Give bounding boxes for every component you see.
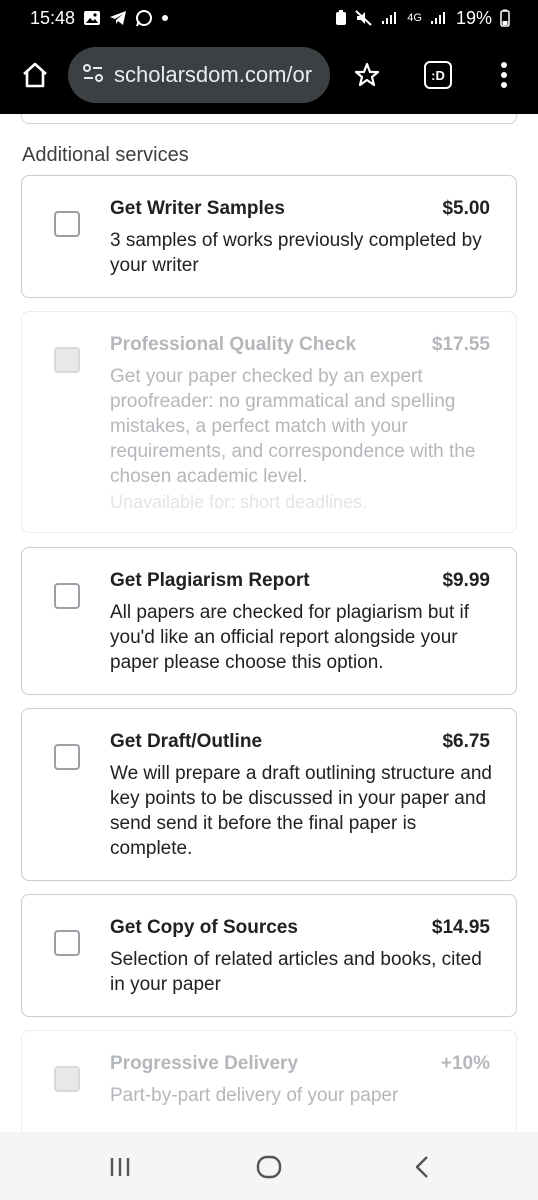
service-description: Get your paper checked by an expert proo… [110, 366, 476, 487]
battery-percent: 19% [455, 7, 492, 28]
service-note: Unavailable for: short deadlines. [110, 492, 368, 512]
service-price: $5.00 [442, 198, 490, 219]
system-nav-bar [0, 1132, 538, 1200]
service-title: Professional Quality Check [110, 334, 357, 355]
service-title: Get Plagiarism Report [110, 570, 310, 591]
address-bar[interactable]: scholarsdom.com/or [68, 47, 330, 103]
checkbox-quality-check [54, 347, 80, 373]
tabs-icon[interactable]: :D [424, 61, 452, 89]
service-price: $17.55 [431, 334, 490, 355]
tabs-count: :D [431, 67, 445, 83]
home-nav-icon[interactable] [249, 1154, 289, 1180]
service-description: All papers are checked for plagiarism bu… [110, 602, 470, 673]
page-content: Additional services Get Writer Samples $… [0, 114, 538, 1132]
service-description: Selection of related articles and books,… [110, 949, 482, 995]
checkbox-draft-outline[interactable] [54, 744, 80, 770]
star-icon[interactable] [350, 58, 384, 92]
service-card-writer-samples[interactable]: Get Writer Samples $5.00 3 samples of wo… [21, 175, 517, 298]
service-card-quality-check: Professional Quality Check $17.55 Get yo… [21, 311, 517, 533]
service-description: 3 samples of works previously completed … [110, 230, 482, 276]
mute-icon [355, 10, 373, 26]
telegram-icon [109, 10, 127, 26]
network-type: 4G [407, 12, 422, 24]
service-price: $14.95 [431, 917, 490, 938]
service-card-copy-of-sources[interactable]: Get Copy of Sources $14.95 Selection of … [21, 894, 517, 1017]
signal-icon-2 [430, 11, 448, 25]
back-icon[interactable] [402, 1154, 442, 1180]
service-card-draft-outline[interactable]: Get Draft/Outline $6.75 We will prepare … [21, 708, 517, 881]
service-price: $9.99 [442, 570, 490, 591]
service-description: Part-by-part delivery of your paper [110, 1085, 399, 1106]
whatsapp-icon [135, 9, 153, 27]
service-title: Get Writer Samples [110, 198, 285, 219]
service-price: $6.75 [442, 731, 490, 752]
browser-toolbar: scholarsdom.com/or :D [0, 36, 538, 114]
site-info-icon[interactable] [82, 63, 104, 88]
checkbox-progressive-delivery [54, 1066, 80, 1092]
service-card-progressive-delivery: Progressive Delivery +10% Part-by-part d… [21, 1030, 517, 1132]
service-title: Get Copy of Sources [110, 917, 298, 938]
service-card-plagiarism-report[interactable]: Get Plagiarism Report $9.99 All papers a… [21, 547, 517, 695]
checkbox-plagiarism-report[interactable] [54, 583, 80, 609]
checkbox-writer-samples[interactable] [54, 211, 80, 237]
battery-icon [500, 9, 510, 27]
service-title: Progressive Delivery [110, 1053, 299, 1074]
status-bar: 15:48 4G 19% [0, 0, 538, 36]
home-icon[interactable] [18, 58, 52, 92]
more-vert-icon[interactable] [492, 58, 516, 92]
url-text: scholarsdom.com/or [114, 62, 313, 87]
previous-card-edge [21, 114, 517, 124]
service-description: We will prepare a draft outlining struct… [110, 763, 492, 859]
notification-dot-icon [161, 14, 169, 22]
service-title: Get Draft/Outline [110, 731, 263, 752]
gallery-icon [83, 10, 101, 26]
service-price: +10% [440, 1053, 490, 1074]
checkbox-copy-of-sources[interactable] [54, 930, 80, 956]
signal-icon [381, 11, 399, 25]
section-title: Additional services [22, 144, 189, 166]
status-time: 15:48 [30, 7, 76, 28]
recent-apps-icon[interactable] [100, 1154, 140, 1180]
battery-saver-icon [335, 10, 347, 26]
